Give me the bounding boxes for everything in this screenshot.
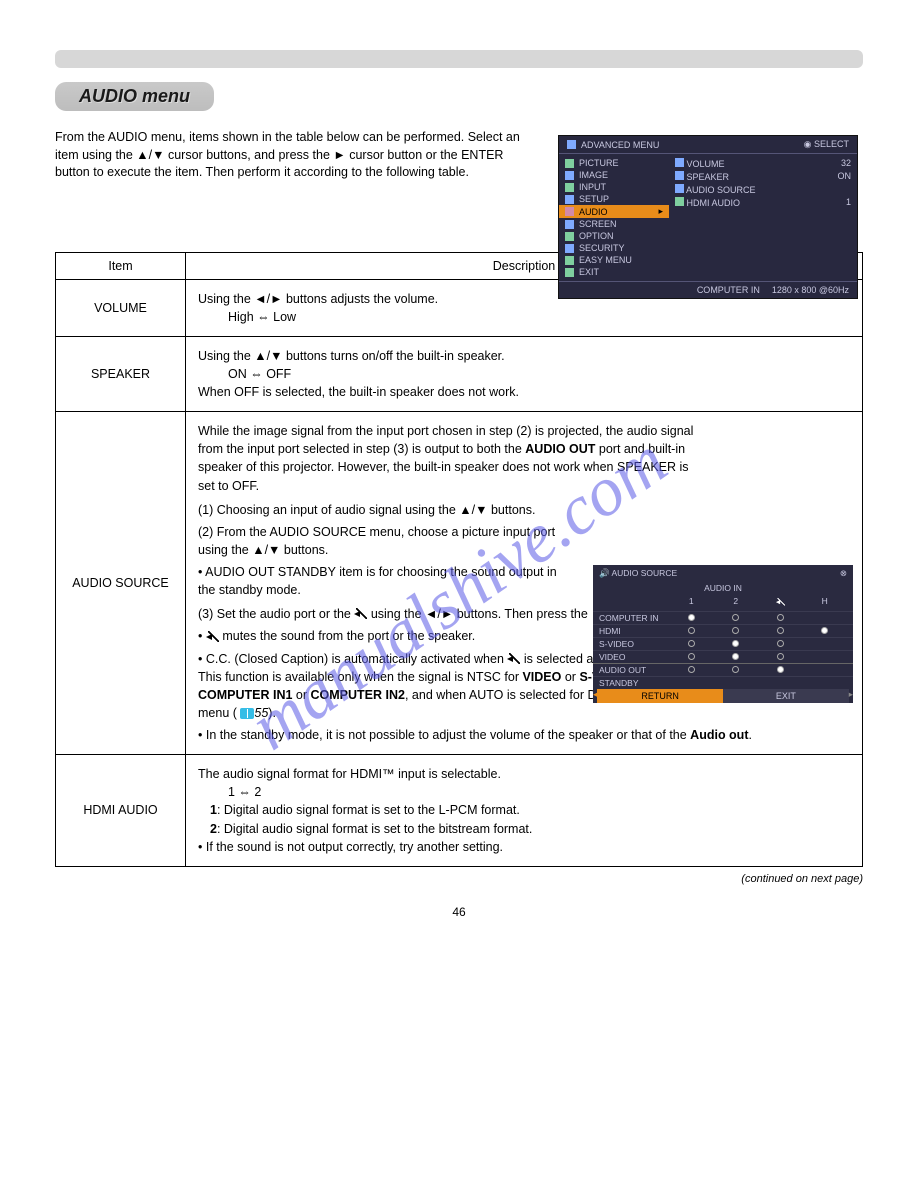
menu-title: ADVANCED MENU [581,140,659,150]
mute-icon [507,653,520,666]
easymenu-icon [565,256,574,265]
page-number: 46 [55,905,863,919]
audio-icon [565,207,574,216]
menu-item-option: OPTION [579,231,614,241]
screen-icon [565,220,574,229]
mr-speaker-k: SPEAKER [687,172,730,182]
mute-icon [206,631,219,644]
row-hdmiaudio-desc: The audio signal format for HDMI™ input … [186,755,863,867]
audio-source-dialog: 🔊 AUDIO SOURCE⊗ AUDIO IN 1 2 H COMPUTER … [593,565,853,703]
exit-icon [565,268,574,277]
as-row-audioout: AUDIO OUT [599,665,669,675]
menu-item-exit: EXIT [579,267,599,277]
menu-item-picture: PICTURE [579,158,619,168]
menu-item-easymenu: EASY MENU [579,255,632,265]
picture-icon [565,159,574,168]
as-col-2: 2 [714,596,759,609]
section-bar [55,50,863,68]
th-item: Item [56,252,186,279]
pill-title: AUDIO menu [55,82,214,111]
as-col-1: 1 [669,596,714,609]
mr-audiosrc-k: AUDIO SOURCE [686,185,756,195]
advanced-menu-screenshot: ADVANCED MENU ◉ SELECT PICTURE IMAGE INP… [558,135,858,299]
menu-icon [567,140,576,149]
intro-text: From the AUDIO menu, items shown in the … [55,129,535,182]
mute-icon [354,608,367,621]
row-hdmiaudio-label: HDMI AUDIO [56,755,186,867]
as-row-computer: COMPUTER IN [599,613,669,623]
as-row-svideo: S-VIDEO [599,639,669,649]
input-icon [565,183,574,192]
mute-icon [776,598,785,607]
audio-menu-table: Item Description VOLUME Using the ◄/► bu… [55,252,863,867]
menu-item-setup: SETUP [579,194,609,204]
as-row-video: VIDEO [599,652,669,662]
volume-icon [675,158,684,167]
option-icon [565,232,574,241]
menu-item-screen: SCREEN [579,219,617,229]
setup-icon [565,195,574,204]
menu-item-audio: AUDIO [579,207,608,217]
select-indicator: ◉ [804,139,814,149]
row-volume-label: VOLUME [56,279,186,336]
hdmiaudio-icon [675,197,684,206]
as-row-hdmi: HDMI [599,626,669,636]
exit-button: EXIT [723,689,849,703]
mr-speaker-v: ON [838,171,852,182]
continued-note: (continued on next page) [55,873,863,885]
as-row-standby: STANDBY [599,678,669,688]
book-icon [240,708,254,719]
mr-hdmi-k: HDMI AUDIO [687,198,741,208]
menu-ft-input: COMPUTER IN [697,285,760,295]
speaker-icon [675,171,684,180]
row-speaker-label: SPEAKER [56,336,186,411]
menu-ft-res: 1280 x 800 @60Hz [772,285,849,295]
as-col-h: H [803,596,848,609]
image-icon [565,171,574,180]
audiosrc-icon [675,184,684,193]
as-cols-label: AUDIO IN [593,582,853,594]
mr-volume-k: VOLUME [687,159,725,169]
security-icon [565,244,574,253]
mr-hdmi-v: 1 [846,197,851,208]
return-button: RETURN [597,689,723,703]
menu-item-security: SECURITY [579,243,625,253]
menu-item-image: IMAGE [579,170,608,180]
mr-volume-v: 32 [841,158,851,169]
row-speaker-desc: Using the ▲/▼ buttons turns on/off the b… [186,336,863,411]
as-title: AUDIO SOURCE [611,568,677,578]
close-icon: ⊗ [840,568,847,579]
menu-item-input: INPUT [579,182,606,192]
select-label: SELECT [814,139,849,149]
row-audiosource-label: AUDIO SOURCE [56,412,186,755]
